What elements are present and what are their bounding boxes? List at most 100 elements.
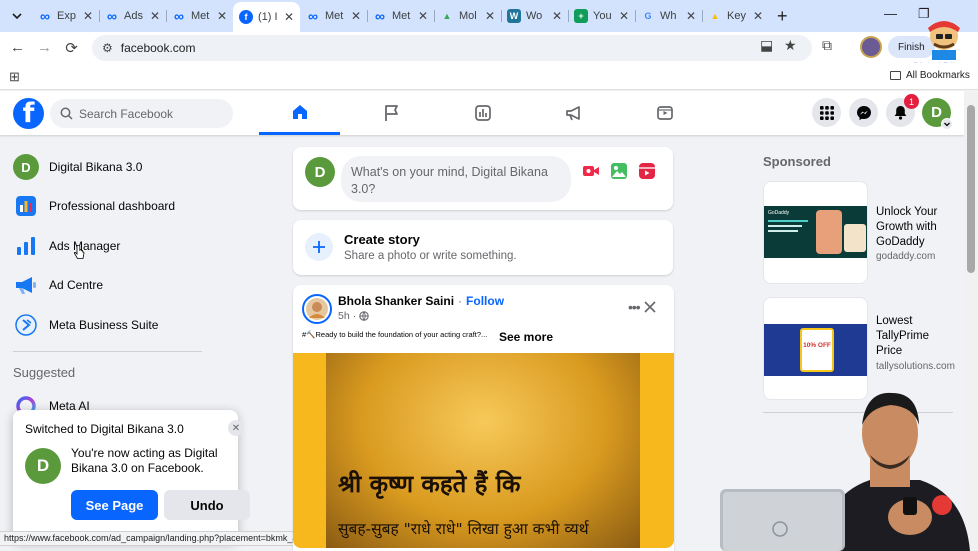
ad-title[interactable]: Unlock Your Growth with GoDaddy bbox=[876, 205, 956, 250]
drive-icon: ▲ bbox=[442, 11, 452, 21]
tab-close-icon[interactable]: ✕ bbox=[150, 9, 160, 23]
composer-input[interactable]: What's on your mind, Digital Bikana 3.0? bbox=[341, 156, 571, 202]
feed-post: Bhola Shanker Saini · Follow 5h · ••• #🔨… bbox=[293, 285, 674, 551]
meta-icon: ∞ bbox=[308, 8, 318, 24]
menu-button[interactable] bbox=[812, 98, 841, 127]
minimize-button[interactable]: — bbox=[884, 6, 897, 21]
tab-close-icon[interactable]: ✕ bbox=[83, 9, 93, 23]
browser-tab[interactable]: ▲ Mol ✕ bbox=[434, 3, 501, 29]
apps-grid-icon[interactable]: ⊞ bbox=[9, 69, 20, 85]
live-video-icon[interactable] bbox=[582, 163, 600, 179]
profile-avatar[interactable] bbox=[860, 36, 882, 58]
extensions-icon[interactable]: ⧉ bbox=[822, 37, 832, 54]
site-info-icon[interactable]: ⚙ bbox=[102, 41, 113, 55]
search-input[interactable] bbox=[79, 106, 219, 121]
reload-button[interactable]: ⟳ bbox=[58, 39, 85, 57]
nav-tab-video[interactable] bbox=[624, 91, 705, 135]
suggested-heading: Suggested bbox=[13, 365, 76, 380]
post-image[interactable]: श्री कृष्ण कहते हैं कि सुबह-सुबह "राधे र… bbox=[293, 353, 674, 548]
tab-close-icon[interactable]: ✕ bbox=[753, 9, 763, 23]
browser-tab[interactable]: ▲ Key ✕ bbox=[702, 3, 769, 29]
ad-title[interactable]: Lowest TallyPrime Price bbox=[876, 314, 956, 359]
author-avatar[interactable] bbox=[302, 294, 332, 324]
post-separator: · bbox=[458, 294, 463, 308]
globe-icon bbox=[359, 311, 369, 321]
nav-tab-ads[interactable] bbox=[533, 91, 614, 135]
flag-icon bbox=[384, 105, 398, 121]
new-tab-button[interactable]: + bbox=[777, 6, 788, 27]
nav-tab-pages[interactable] bbox=[351, 91, 432, 135]
presenter-webcam-overlay bbox=[720, 385, 978, 551]
sidebar-item-ad-centre[interactable]: Ad Centre bbox=[13, 271, 103, 299]
nav-tab-home[interactable] bbox=[259, 91, 340, 135]
tab-search-menu-button[interactable] bbox=[5, 4, 29, 28]
tab-close-icon[interactable]: ✕ bbox=[284, 10, 294, 24]
tally-creative: 10% OFF bbox=[764, 324, 867, 376]
browser-tab[interactable]: W Wo ✕ bbox=[501, 3, 568, 29]
tab-close-icon[interactable]: ✕ bbox=[552, 9, 562, 23]
browser-tab[interactable]: + You ✕ bbox=[568, 3, 635, 29]
browser-toolbar: ← → ⟳ ⚙ facebook.com ⬓ ★ ⧉ Finish bbox=[0, 32, 978, 63]
toast-avatar: D bbox=[25, 448, 61, 484]
tab-close-icon[interactable]: ✕ bbox=[418, 9, 428, 23]
meta-icon: ∞ bbox=[107, 8, 117, 24]
post-time[interactable]: 5h bbox=[338, 310, 350, 322]
tab-close-icon[interactable]: ✕ bbox=[485, 9, 495, 23]
back-button[interactable]: ← bbox=[4, 39, 31, 56]
sponsored-ad-godaddy-image[interactable]: GoDaddy bbox=[763, 181, 868, 284]
hide-post-icon[interactable] bbox=[644, 301, 656, 313]
post-meta: 5h · bbox=[338, 310, 369, 322]
install-app-icon[interactable]: ⬓ bbox=[760, 37, 773, 54]
sidebar-item-profile[interactable]: D Digital Bikana 3.0 bbox=[13, 153, 142, 181]
folder-icon bbox=[890, 71, 901, 80]
post-author-name[interactable]: Bhola Shanker Saini bbox=[338, 294, 454, 308]
photo-video-icon[interactable] bbox=[610, 162, 628, 180]
tab-close-icon[interactable]: ✕ bbox=[619, 9, 629, 23]
insights-icon bbox=[474, 105, 491, 121]
see-more-link[interactable]: See more bbox=[499, 330, 553, 344]
browser-tab[interactable]: ∞ Ads ✕ bbox=[99, 3, 166, 29]
nav-tab-insights[interactable] bbox=[442, 91, 523, 135]
browser-tab[interactable]: ∞ Exp ✕ bbox=[32, 3, 99, 29]
search-box[interactable] bbox=[50, 99, 233, 128]
tab-close-icon[interactable]: ✕ bbox=[351, 9, 361, 23]
sidebar-item-professional-dashboard[interactable]: Professional dashboard bbox=[13, 192, 175, 220]
post-options-icon[interactable]: ••• bbox=[628, 299, 641, 315]
tab-close-icon[interactable]: ✕ bbox=[217, 9, 227, 23]
browser-tab-title: Met bbox=[392, 10, 411, 22]
browser-tab[interactable]: ∞ Met ✕ bbox=[300, 3, 367, 29]
browser-tab[interactable]: ∞ Met ✕ bbox=[367, 3, 434, 29]
see-page-button[interactable]: See Page bbox=[71, 490, 158, 520]
sidebar-item-label: Digital Bikana 3.0 bbox=[49, 160, 143, 174]
account-chevron-icon[interactable] bbox=[941, 118, 953, 130]
sidebar-item-meta-business-suite[interactable]: Meta Business Suite bbox=[13, 311, 158, 339]
facebook-icon: f bbox=[239, 10, 253, 24]
scrollbar-thumb[interactable] bbox=[967, 105, 975, 273]
forward-button[interactable]: → bbox=[31, 39, 58, 56]
sidebar-item-label: Ad Centre bbox=[49, 278, 104, 292]
all-bookmarks-button[interactable]: All Bookmarks bbox=[890, 70, 970, 81]
facebook-logo[interactable]: f bbox=[13, 98, 44, 129]
toast-close-icon[interactable]: ✕ bbox=[228, 420, 244, 436]
sidebar-item-label: Meta Business Suite bbox=[49, 318, 159, 332]
chevron-down-icon bbox=[12, 12, 22, 19]
bookmark-star-icon[interactable]: ★ bbox=[784, 37, 797, 54]
ad-domain: tallysolutions.com bbox=[876, 361, 955, 372]
tab-close-icon[interactable]: ✕ bbox=[686, 9, 696, 23]
reel-icon[interactable] bbox=[638, 162, 656, 180]
address-bar[interactable]: ⚙ facebook.com bbox=[92, 35, 812, 61]
follow-link[interactable]: Follow bbox=[466, 294, 504, 308]
godaddy-brand: GoDaddy bbox=[768, 210, 790, 216]
browser-tab[interactable]: G Wh ✕ bbox=[635, 3, 702, 29]
create-story-card[interactable]: Create story Share a photo or write some… bbox=[293, 220, 673, 275]
create-story-title: Create story bbox=[344, 232, 420, 247]
browser-tab[interactable]: ∞ Met ✕ bbox=[166, 3, 233, 29]
create-story-subtitle: Share a photo or write something. bbox=[344, 250, 517, 262]
undo-button[interactable]: Undo bbox=[164, 490, 250, 520]
sidebar-item-ads-manager[interactable]: Ads Manager bbox=[13, 232, 120, 260]
tab-list: ∞ Exp ✕ ∞ Ads ✕ ∞ Met ✕ f (1) I ✕ ∞ Met ✕ ∞ Met ✕ ▲ Mol ✕ W Wo… bbox=[32, 0, 769, 32]
dashboard-icon bbox=[16, 196, 36, 216]
plus-icon bbox=[305, 233, 333, 261]
browser-tab[interactable]: f (1) I ✕ bbox=[233, 2, 300, 32]
messenger-button[interactable] bbox=[849, 98, 878, 127]
